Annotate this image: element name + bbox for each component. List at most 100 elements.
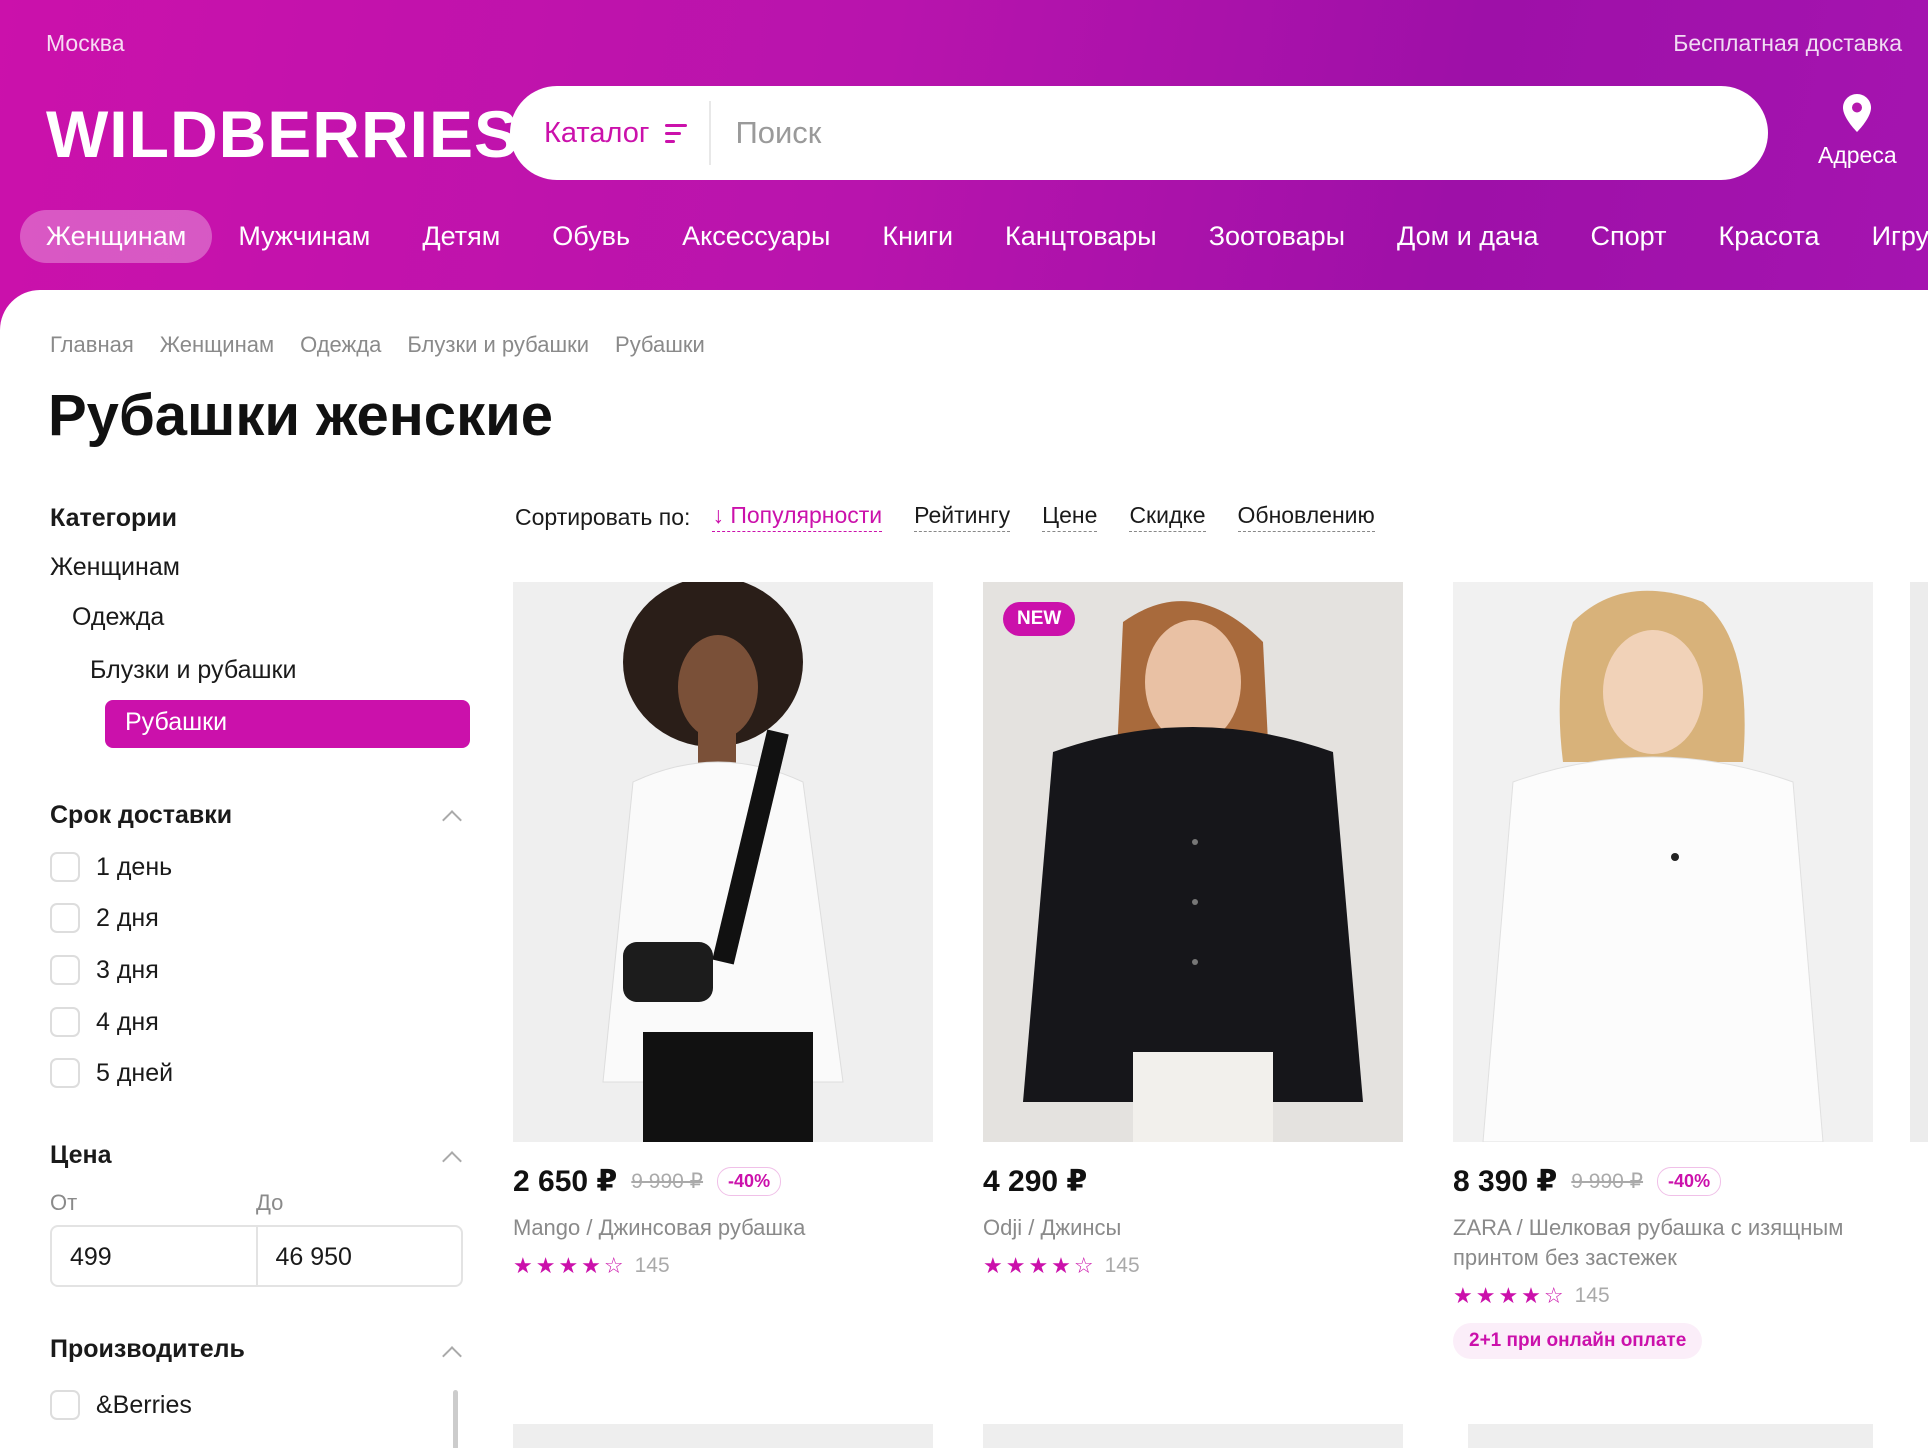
manufacturer-option[interactable]: &Berries	[50, 1390, 192, 1420]
delivery-option[interactable]: 1 день	[50, 852, 172, 882]
promo-badge: 2+1 при онлайн оплате	[1453, 1323, 1703, 1359]
category-shirts-active[interactable]: Рубашки	[105, 700, 470, 748]
catalog-button[interactable]: Каталог	[510, 101, 712, 165]
address-label: Адреса	[1818, 142, 1897, 168]
search-input[interactable]	[711, 103, 1512, 163]
filter-scrollbar[interactable]	[453, 1390, 458, 1448]
sort-discount[interactable]: Скидке	[1129, 502, 1206, 532]
nav-item-stationery[interactable]: Канцтовары	[979, 210, 1183, 263]
chevron-up-icon[interactable]	[442, 1346, 462, 1366]
checkbox[interactable]	[50, 903, 80, 933]
sort-popularity[interactable]: ↓ Популярности	[712, 502, 883, 532]
product-card[interactable]: 8 390 ₽ 9 990 ₽ -40% ZARA / Шелковая руб…	[1453, 582, 1873, 1359]
nav-item-men[interactable]: Мужчинам	[212, 210, 396, 263]
nav-item-beauty[interactable]: Красота	[1692, 210, 1845, 263]
breadcrumb: Главная Женщинам Одежда Блузки и рубашки…	[50, 332, 705, 358]
delivery-option-label: 3 дня	[96, 955, 159, 984]
category-nav: Женщинам Мужчинам Детям Обувь Аксессуары…	[20, 210, 1928, 263]
product-image[interactable]: NEW	[983, 582, 1403, 1142]
delivery-heading: Срок доставки	[50, 801, 233, 829]
product-price: 8 390 ₽	[1453, 1165, 1558, 1198]
delivery-option-label: 2 дня	[96, 903, 159, 932]
price-from-field[interactable]: 499	[52, 1227, 258, 1285]
address-button[interactable]: Адреса	[1818, 94, 1897, 169]
product-image-partial[interactable]	[983, 1424, 1403, 1448]
manufacturer-option-label: &Berries	[96, 1390, 192, 1419]
logo[interactable]: WILDBERRIES	[46, 96, 519, 172]
categories-heading: Категории	[50, 504, 177, 532]
nav-item-home[interactable]: Дом и дача	[1371, 210, 1565, 263]
price-from-label: От	[50, 1190, 78, 1215]
product-image-partial[interactable]	[1468, 1424, 1873, 1448]
product-title[interactable]: Mango / Джинсовая рубашка	[513, 1213, 933, 1243]
star-rating-icon: ★★★★☆	[1453, 1283, 1567, 1308]
nav-item-shoes[interactable]: Обувь	[526, 210, 656, 263]
nav-item-accessories[interactable]: Аксессуары	[656, 210, 856, 263]
manufacturer-heading: Производитель	[50, 1335, 245, 1363]
discount-badge: -40%	[1657, 1167, 1722, 1196]
review-count: 145	[634, 1254, 670, 1277]
nav-item-pets[interactable]: Зоотовары	[1183, 210, 1371, 263]
search-bar: Каталог	[510, 86, 1768, 180]
nav-item-books[interactable]: Книги	[856, 210, 979, 263]
product-old-price: 9 990 ₽	[1571, 1170, 1644, 1193]
rating-row: ★★★★☆ 145	[1453, 1283, 1873, 1309]
product-card[interactable]: NEW 4 290 ₽ Odji / Джинсы ★★★★☆ 145	[983, 582, 1403, 1279]
sort-updated[interactable]: Обновлению	[1237, 502, 1375, 532]
checkbox[interactable]	[50, 1058, 80, 1088]
breadcrumb-shirts[interactable]: Рубашки	[615, 332, 705, 358]
nav-item-sport[interactable]: Спорт	[1565, 210, 1693, 263]
checkbox[interactable]	[50, 955, 80, 985]
breadcrumb-blouses[interactable]: Блузки и рубашки	[407, 332, 589, 358]
category-clothing[interactable]: Одежда	[72, 603, 164, 632]
checkbox[interactable]	[50, 852, 80, 882]
sort-price[interactable]: Цене	[1042, 502, 1098, 532]
breadcrumb-home[interactable]: Главная	[50, 332, 134, 358]
price-to-field[interactable]: 46 950	[258, 1227, 462, 1285]
free-delivery-link[interactable]: Бесплатная доставка	[1673, 30, 1902, 57]
price-row: 4 290 ₽	[983, 1164, 1403, 1199]
category-women[interactable]: Женщинам	[50, 553, 180, 582]
price-row: 8 390 ₽ 9 990 ₽ -40%	[1453, 1164, 1873, 1199]
rating-row: ★★★★☆ 145	[513, 1253, 933, 1279]
chevron-up-icon[interactable]	[442, 810, 462, 830]
price-heading: Цена	[50, 1141, 112, 1169]
product-image-partial[interactable]	[1910, 582, 1928, 1142]
star-rating-icon: ★★★★☆	[983, 1253, 1097, 1278]
product-image[interactable]	[513, 582, 933, 1142]
delivery-option-label: 4 дня	[96, 1007, 159, 1036]
product-price: 2 650 ₽	[513, 1165, 618, 1198]
price-range-inputs: 499 46 950	[50, 1225, 463, 1287]
nav-item-kids[interactable]: Детям	[396, 210, 526, 263]
checkbox[interactable]	[50, 1007, 80, 1037]
price-to-label: До	[256, 1190, 284, 1215]
breadcrumb-clothing[interactable]: Одежда	[300, 332, 381, 358]
delivery-option[interactable]: 4 дня	[50, 1007, 159, 1037]
nav-item-toys[interactable]: Игруш	[1846, 210, 1928, 263]
sort-rating[interactable]: Рейтингу	[914, 502, 1011, 532]
category-blouses[interactable]: Блузки и рубашки	[90, 656, 296, 685]
product-title[interactable]: Odji / Джинсы	[983, 1213, 1403, 1243]
sort-bar: Сортировать по: ↓ Популярности Рейтингу …	[515, 502, 1375, 532]
delivery-option[interactable]: 3 дня	[50, 955, 159, 985]
city-selector[interactable]: Москва	[46, 30, 125, 57]
product-price: 4 290 ₽	[983, 1165, 1088, 1198]
review-count: 145	[1104, 1254, 1140, 1277]
header: Москва Бесплатная доставка WILDBERRIES К…	[0, 0, 1928, 330]
product-card[interactable]: 2 650 ₽ 9 990 ₽ -40% Mango / Джинсовая р…	[513, 582, 933, 1279]
catalog-label: Каталог	[544, 116, 650, 149]
location-pin-icon	[1843, 94, 1872, 132]
new-badge: NEW	[1003, 602, 1076, 636]
main-content: Главная Женщинам Одежда Блузки и рубашки…	[0, 290, 1928, 1448]
checkbox[interactable]	[50, 1390, 80, 1420]
delivery-option-label: 5 дней	[96, 1058, 174, 1087]
breadcrumb-women[interactable]: Женщинам	[160, 332, 274, 358]
product-image-partial[interactable]	[513, 1424, 933, 1448]
delivery-option[interactable]: 5 дней	[50, 1058, 173, 1088]
product-image[interactable]	[1453, 582, 1873, 1142]
delivery-option[interactable]: 2 дня	[50, 903, 159, 933]
nav-item-women[interactable]: Женщинам	[20, 210, 213, 263]
delivery-option-label: 1 день	[96, 852, 173, 881]
product-title[interactable]: ZARA / Шелковая рубашка с изящным принто…	[1453, 1213, 1873, 1273]
chevron-up-icon[interactable]	[442, 1151, 462, 1171]
